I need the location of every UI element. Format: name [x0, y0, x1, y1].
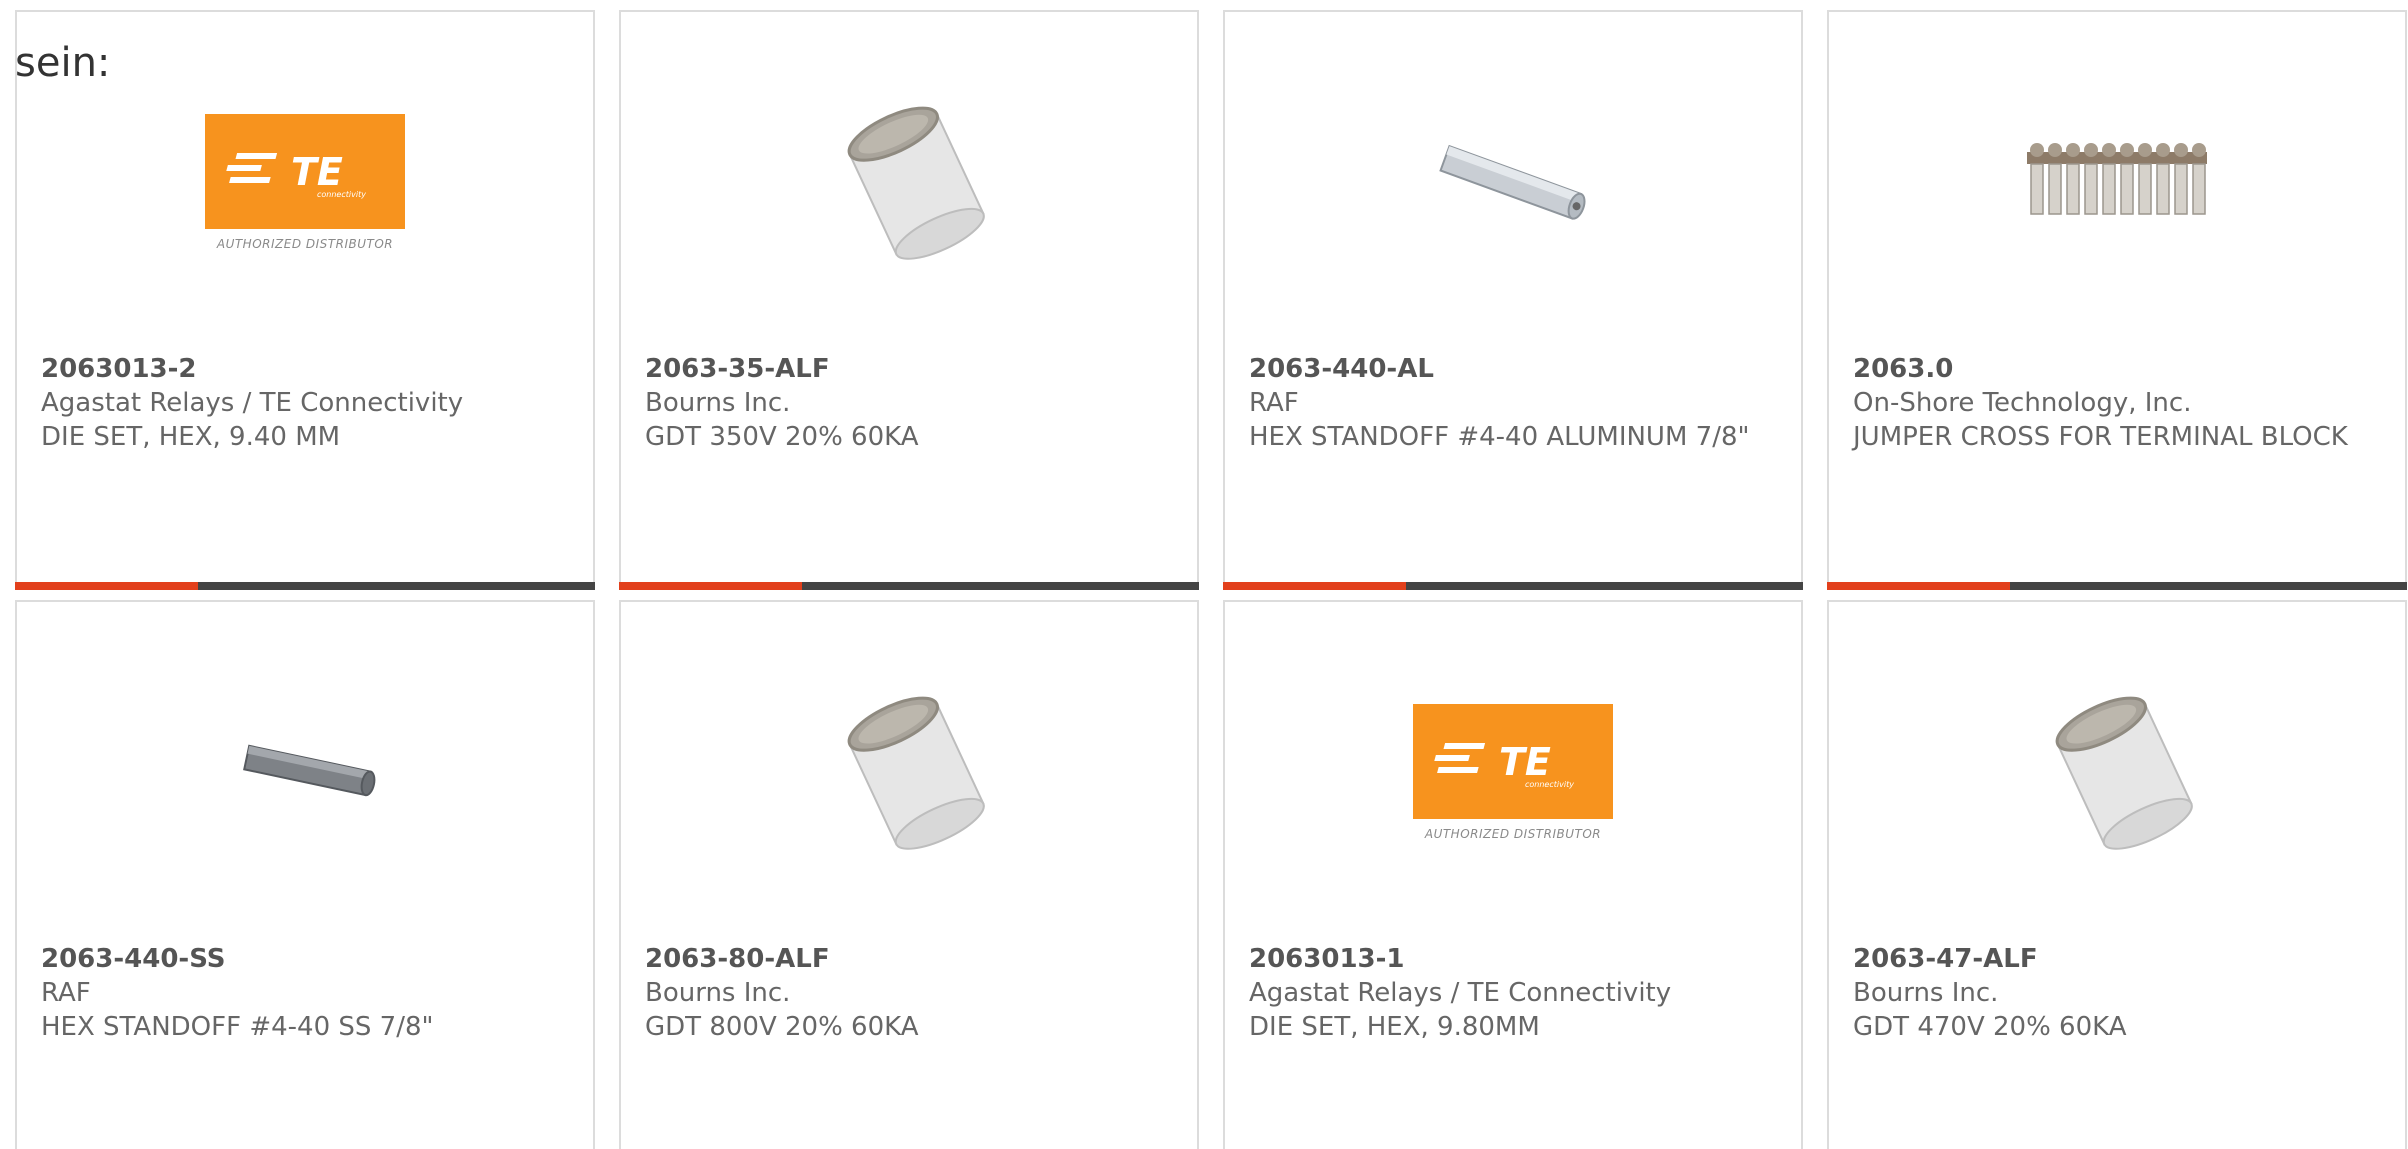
gas-discharge-tube-image	[809, 672, 1009, 872]
product-info: 2063-440-SS RAF HEX STANDOFF #4-40 SS 7/…	[41, 942, 569, 1044]
te-connectivity-logo: TE connectivity AUTHORIZED DISTRIBUTOR	[205, 82, 405, 282]
overlay-label: sein:	[15, 40, 111, 86]
card-bottom-bar	[15, 582, 595, 590]
card-bar-accent	[1223, 582, 1406, 590]
product-info: 2063-47-ALF Bourns Inc. GDT 470V 20% 60K…	[1853, 942, 2381, 1044]
svg-text:TE: TE	[291, 150, 343, 194]
product-grid: TE connectivity AUTHORIZED DISTRIBUTOR 2…	[15, 10, 2407, 1149]
manufacturer: Bourns Inc.	[1853, 978, 1999, 1008]
product-card[interactable]: TE connectivity AUTHORIZED DISTRIBUTOR 2…	[1223, 600, 1803, 1149]
manufacturer: Bourns Inc.	[645, 978, 791, 1008]
te-connectivity-logo: TE connectivity AUTHORIZED DISTRIBUTOR	[1413, 672, 1613, 872]
product-info: 2063-440-AL RAF HEX STANDOFF #4-40 ALUMI…	[1249, 352, 1777, 454]
part-number[interactable]: 2063-440-AL	[1249, 352, 1777, 386]
description: HEX STANDOFF #4-40 SS 7/8"	[41, 1012, 434, 1042]
product-card[interactable]: 2063-440-SS RAF HEX STANDOFF #4-40 SS 7/…	[15, 600, 595, 1149]
card-bottom-bar	[1827, 582, 2407, 590]
card-bar-accent	[1827, 582, 2010, 590]
hex-standoff-aluminum-image	[1413, 82, 1613, 282]
description: GDT 470V 20% 60KA	[1853, 1012, 2127, 1042]
description: DIE SET, HEX, 9.80MM	[1249, 1012, 1540, 1042]
svg-text:connectivity: connectivity	[317, 190, 366, 199]
card-bottom-bar	[1223, 582, 1803, 590]
product-info: 2063013-1 Agastat Relays / TE Connectivi…	[1249, 942, 1777, 1044]
part-number[interactable]: 2063013-2	[41, 352, 569, 386]
card-bottom-bar	[619, 582, 1199, 590]
manufacturer: RAF	[1249, 388, 1299, 418]
part-number[interactable]: 2063-440-SS	[41, 942, 569, 976]
description: JUMPER CROSS FOR TERMINAL BLOCK	[1853, 422, 2348, 452]
description: HEX STANDOFF #4-40 ALUMINUM 7/8"	[1249, 422, 1750, 452]
manufacturer: On-Shore Technology, Inc.	[1853, 388, 2192, 418]
product-grid-page: sein: TE connectivity AUTHORIZED DISTRIB…	[0, 0, 2408, 1149]
product-info: 2063-80-ALF Bourns Inc. GDT 800V 20% 60K…	[645, 942, 1173, 1044]
logo-caption: AUTHORIZED DISTRIBUTOR	[1424, 826, 1602, 841]
product-card[interactable]: 2063.0 On-Shore Technology, Inc. JUMPER …	[1827, 10, 2407, 590]
hex-standoff-steel-image	[205, 672, 405, 872]
product-card[interactable]: 2063-35-ALF Bourns Inc. GDT 350V 20% 60K…	[619, 10, 1199, 590]
product-card[interactable]: 2063-47-ALF Bourns Inc. GDT 470V 20% 60K…	[1827, 600, 2407, 1149]
part-number[interactable]: 2063-35-ALF	[645, 352, 1173, 386]
product-info: 2063.0 On-Shore Technology, Inc. JUMPER …	[1853, 352, 2381, 454]
part-number[interactable]: 2063.0	[1853, 352, 2381, 386]
manufacturer: Agastat Relays / TE Connectivity	[41, 388, 464, 418]
jumper-cross-image	[2017, 82, 2217, 282]
product-card[interactable]: TE connectivity AUTHORIZED DISTRIBUTOR 2…	[15, 10, 595, 590]
manufacturer: Agastat Relays / TE Connectivity	[1249, 978, 1672, 1008]
manufacturer: RAF	[41, 978, 91, 1008]
part-number[interactable]: 2063013-1	[1249, 942, 1777, 976]
svg-text:connectivity: connectivity	[1525, 780, 1574, 789]
description: DIE SET, HEX, 9.40 MM	[41, 422, 341, 452]
product-card[interactable]: 2063-80-ALF Bourns Inc. GDT 800V 20% 60K…	[619, 600, 1199, 1149]
gas-discharge-tube-image	[809, 82, 1009, 282]
product-info: 2063-35-ALF Bourns Inc. GDT 350V 20% 60K…	[645, 352, 1173, 454]
product-info: 2063013-2 Agastat Relays / TE Connectivi…	[41, 352, 569, 454]
gas-discharge-tube-image	[2017, 672, 2217, 872]
description: GDT 800V 20% 60KA	[645, 1012, 919, 1042]
part-number[interactable]: 2063-80-ALF	[645, 942, 1173, 976]
part-number[interactable]: 2063-47-ALF	[1853, 942, 2381, 976]
description: GDT 350V 20% 60KA	[645, 422, 919, 452]
manufacturer: Bourns Inc.	[645, 388, 791, 418]
logo-caption: AUTHORIZED DISTRIBUTOR	[216, 236, 394, 251]
svg-text:TE: TE	[1499, 740, 1551, 784]
product-card[interactable]: 2063-440-AL RAF HEX STANDOFF #4-40 ALUMI…	[1223, 10, 1803, 590]
card-bar-accent	[15, 582, 198, 590]
card-bar-accent	[619, 582, 802, 590]
